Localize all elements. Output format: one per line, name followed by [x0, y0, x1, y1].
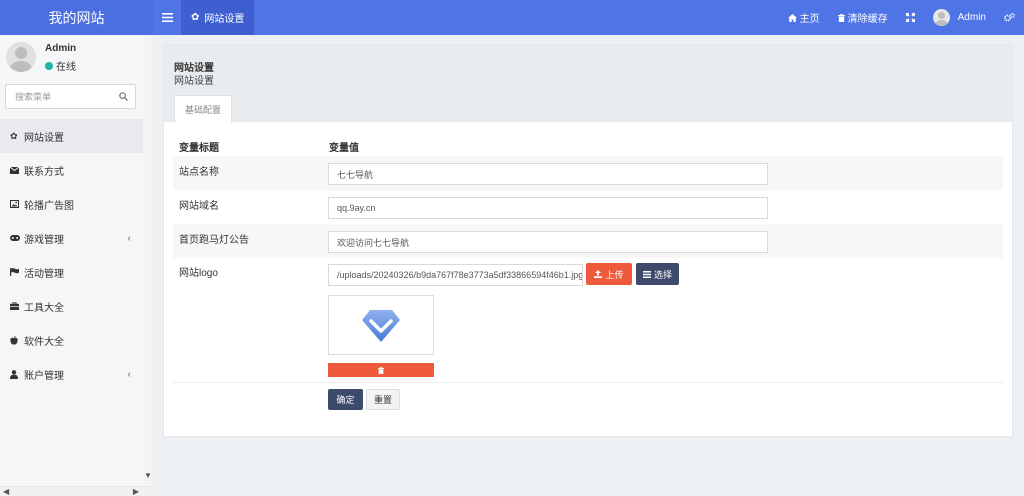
table-header: 变量标题 变量值 — [173, 133, 1003, 156]
page-subtitle: 网站设置 — [174, 76, 214, 87]
trash-icon — [837, 13, 845, 22]
upload-button[interactable]: 上传 — [586, 263, 632, 285]
table-row: 网站logo /uploads/20240326/b9da767f78e3773… — [173, 257, 1003, 291]
sidebar-item-contact[interactable]: 联系方式 — [0, 153, 143, 187]
logo-image-icon — [362, 310, 400, 342]
logo-preview — [328, 295, 434, 355]
search-box — [5, 84, 136, 109]
sidebar-item-label: 游戏管理 — [24, 234, 64, 246]
sidebar-item-activities[interactable]: 活动管理 — [0, 255, 143, 289]
search-icon[interactable] — [111, 85, 135, 108]
sidebar-item-label: 联系方式 — [24, 166, 64, 178]
avatar — [6, 42, 36, 72]
settings-button[interactable] — [995, 0, 1024, 35]
apple-icon — [10, 335, 24, 345]
brand-logo[interactable]: 我的网站 — [0, 0, 153, 35]
scroll-right-icon[interactable]: ▶ — [133, 487, 139, 496]
search-input[interactable] — [6, 91, 111, 102]
gamepad-icon — [10, 235, 24, 241]
sidebar-item-website-settings[interactable]: ✿ 网站设置 — [0, 119, 143, 153]
horizontal-scrollbar[interactable]: ◀ ▶ — [0, 486, 153, 496]
user-status: 在线 — [45, 58, 76, 73]
sidebar-item-label: 工具大全 — [24, 302, 64, 314]
list-icon — [642, 270, 651, 278]
sidebar-menu: ✿ 网站设置 联系方式 轮播广告图 游戏管理 ‹ 活动管理 工具大全 软件大全 … — [0, 119, 143, 391]
upload-icon — [594, 270, 603, 278]
user-name: Admin — [45, 43, 77, 54]
site-domain-field[interactable]: qq.9ay.cn — [328, 197, 768, 219]
envelope-icon — [10, 166, 24, 174]
flag-icon — [10, 268, 24, 276]
upload-label: 上传 — [605, 269, 624, 280]
reset-button[interactable]: 重置 — [366, 389, 400, 410]
clear-cache-button[interactable]: 清除缓存 — [829, 0, 897, 35]
row-label: 网站logo — [179, 268, 218, 279]
delete-logo-button[interactable] — [328, 363, 434, 377]
logo-path-field[interactable]: /uploads/20240326/b9da767f78e3773a5df338… — [328, 264, 583, 286]
top-bar: 我的网站 ✿ 网站设置 主页 清除缓存 Admin — [0, 0, 1024, 35]
choose-label: 选择 — [653, 269, 672, 280]
row-label: 站点名称 — [179, 167, 219, 178]
user-menu[interactable]: Admin — [924, 0, 995, 35]
divider — [173, 382, 1003, 383]
home-icon — [787, 13, 797, 22]
sidebar-item-banner-ads[interactable]: 轮播广告图 — [0, 187, 143, 221]
sidebar-toggle-button[interactable] — [153, 0, 181, 35]
scroll-left-icon[interactable]: ◀ — [3, 487, 9, 496]
choose-button[interactable]: 选择 — [636, 263, 679, 285]
sidebar: Admin 在线 ✿ 网站设置 联系方式 轮播广告图 — [0, 35, 153, 496]
sidebar-item-label: 网站设置 — [24, 132, 64, 144]
sidebar-item-software[interactable]: 软件大全 — [0, 323, 143, 357]
sidebar-item-label: 活动管理 — [24, 268, 64, 280]
chevron-left-icon: ‹ — [127, 369, 131, 380]
column-header-key: 变量标题 — [179, 143, 219, 154]
sidebar-item-games[interactable]: 游戏管理 ‹ — [0, 221, 143, 255]
avatar — [932, 9, 950, 26]
sidebar-item-label: 轮播广告图 — [24, 200, 74, 212]
gear-icon: ✿ — [191, 12, 200, 23]
expand-icon — [905, 13, 915, 22]
user-name: Admin — [957, 12, 986, 23]
tab-label: 网站设置 — [204, 14, 245, 25]
sidebar-item-accounts[interactable]: 账户管理 ‹ — [0, 357, 143, 391]
navbar: ✿ 网站设置 主页 清除缓存 Admin — [153, 0, 1024, 35]
tab-website-settings[interactable]: ✿ 网站设置 — [181, 0, 255, 35]
marquee-notice-field[interactable]: 欢迎访问七七导航 — [328, 231, 768, 253]
briefcase-icon — [10, 302, 24, 310]
trash-icon — [378, 366, 384, 374]
cogs-icon — [1004, 13, 1015, 22]
gear-icon: ✿ — [10, 130, 18, 141]
navbar-right: 主页 清除缓存 Admin — [779, 0, 1024, 35]
home-link[interactable]: 主页 — [779, 0, 829, 35]
image-icon — [10, 200, 24, 208]
sidebar-item-tools[interactable]: 工具大全 — [0, 289, 143, 323]
status-label: 在线 — [56, 62, 76, 73]
online-dot-icon — [45, 61, 53, 70]
table-row: 首页跑马灯公告 欢迎访问七七导航 — [173, 224, 1003, 258]
column-header-value: 变量值 — [329, 143, 359, 154]
confirm-button[interactable]: 确定 — [328, 389, 363, 410]
sidebar-scrollbar[interactable] — [143, 35, 153, 486]
user-panel: Admin 在线 — [0, 35, 152, 80]
sidebar-item-label: 软件大全 — [24, 336, 64, 348]
fullscreen-button[interactable] — [897, 0, 924, 35]
row-label: 网站域名 — [179, 201, 219, 212]
home-label: 主页 — [799, 14, 820, 25]
tab-basic-config[interactable]: 基础配置 — [174, 95, 232, 123]
panel-header: 网站设置 网站设置 基础配置 — [164, 45, 1012, 123]
scroll-down-icon[interactable]: ▼ — [144, 471, 152, 480]
row-label: 首页跑马灯公告 — [179, 235, 249, 246]
chevron-left-icon: ‹ — [127, 233, 131, 244]
table-row: 网站域名 qq.9ay.cn — [173, 190, 1003, 224]
table-row: 站点名称 七七导航 — [173, 156, 1003, 190]
bars-icon — [161, 13, 173, 22]
clear-cache-label: 清除缓存 — [847, 14, 888, 25]
user-icon — [10, 369, 24, 379]
sidebar-item-label: 账户管理 — [24, 370, 64, 382]
site-name-field[interactable]: 七七导航 — [328, 163, 768, 185]
